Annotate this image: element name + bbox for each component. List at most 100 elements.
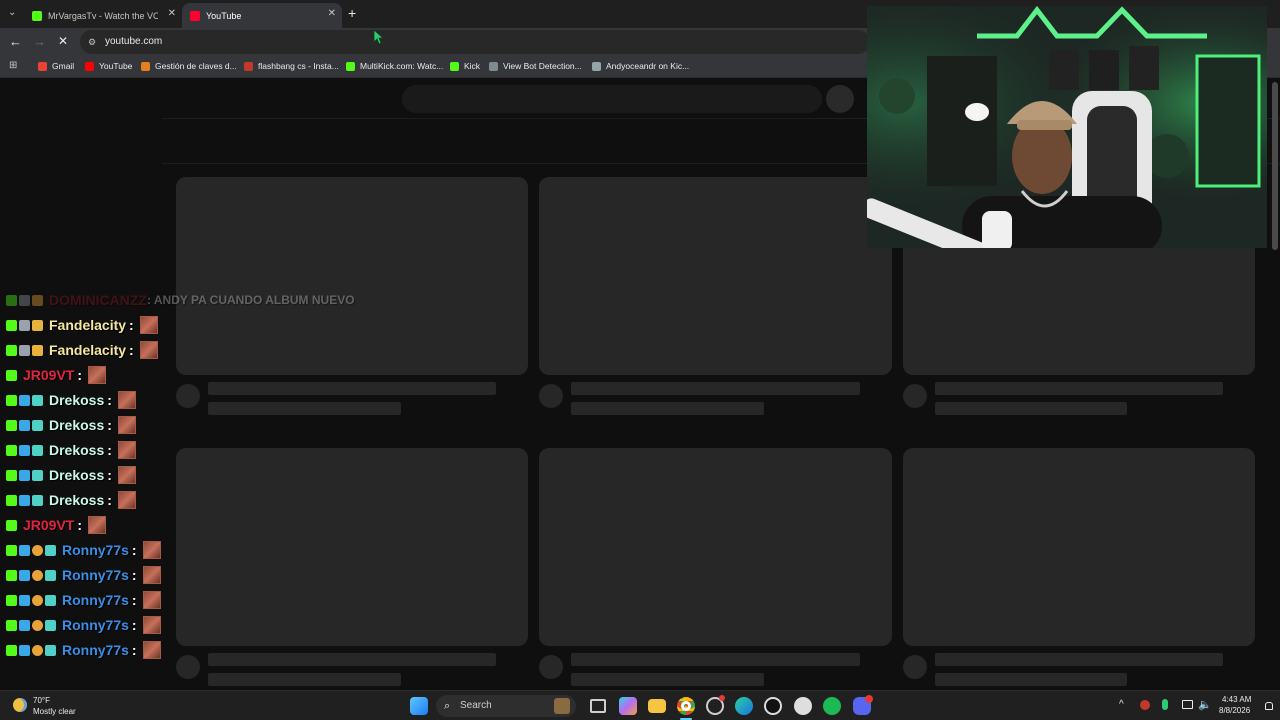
chat-message: Drekoss : xyxy=(6,415,136,435)
chat-message: Drekoss : xyxy=(6,490,136,510)
bookmark-gestion-claves[interactable]: Gestión de claves d... xyxy=(141,61,237,71)
chrome-icon[interactable] xyxy=(677,697,695,715)
channel-avatar-skeleton xyxy=(903,384,927,408)
meta-skeleton xyxy=(935,673,1127,686)
kick-favicon-icon xyxy=(32,10,42,21)
volume-icon[interactable]: 🔈 xyxy=(1198,698,1212,711)
channel-avatar-skeleton xyxy=(903,655,927,679)
network-icon[interactable] xyxy=(1182,700,1193,709)
bookmark-multikick[interactable]: MultiKick.com: Watc... xyxy=(346,61,443,71)
video-thumbnail-skeleton xyxy=(176,448,528,646)
gem-badge-icon xyxy=(19,569,30,581)
chrome-tray-icon[interactable] xyxy=(1140,700,1150,710)
windows-start-icon[interactable] xyxy=(410,697,428,715)
back-arrow-icon[interactable]: ← xyxy=(9,34,22,49)
kick-badge-icon xyxy=(6,419,17,431)
chat-message: Ronny77s : xyxy=(6,640,161,660)
crown-badge-icon xyxy=(32,319,43,331)
apps-grid-icon[interactable]: ⊞ xyxy=(9,60,17,71)
sub-badge-icon xyxy=(32,294,43,306)
chat-text: : xyxy=(107,492,112,508)
kick-badge-icon xyxy=(6,369,17,381)
page-scrollbar[interactable] xyxy=(1272,82,1278,250)
gem-badge-icon xyxy=(19,644,30,656)
bot-icon xyxy=(489,61,498,71)
tab-kick-vod[interactable]: MrVargasTv - Watch the VOD o ✕ xyxy=(24,3,182,28)
forward-arrow-icon[interactable]: → xyxy=(33,34,46,49)
tab-search-chevron-icon[interactable]: ⌄ xyxy=(8,7,16,18)
stop-loading-icon[interactable]: ✕ xyxy=(58,34,68,48)
tab-title: YouTube xyxy=(206,10,242,21)
url-text: youtube.com xyxy=(105,36,163,47)
bookmark-andyoceandr[interactable]: Andyoceandr on Kic... xyxy=(592,61,689,71)
chat-text: : xyxy=(77,517,83,533)
chat-username: Fandelacity xyxy=(49,342,127,358)
weather-desc: Mostly clear xyxy=(33,707,76,716)
bookmark-gmail[interactable]: Gmail xyxy=(38,61,74,71)
chat-text: : xyxy=(131,617,137,633)
taskbar-search[interactable]: ⌕ Search xyxy=(436,695,576,717)
chat-username: Ronny77s xyxy=(62,567,129,583)
vip-badge-icon xyxy=(19,469,30,481)
kick-badge-icon xyxy=(6,344,17,356)
show-hidden-icons-chevron-icon[interactable]: ^ xyxy=(1119,699,1124,710)
chat-text: : xyxy=(131,567,137,583)
clock-date[interactable]: 8/8/2026 xyxy=(1219,706,1250,715)
chat-message: Ronny77s : xyxy=(6,565,161,585)
new-tab-button[interactable]: + xyxy=(348,5,356,21)
meta-skeleton xyxy=(935,402,1127,415)
copilot-icon[interactable] xyxy=(619,697,637,715)
title-skeleton xyxy=(571,382,860,395)
tab-youtube[interactable]: YouTube ✕ xyxy=(182,3,342,28)
chat-message: Drekoss : xyxy=(6,390,136,410)
chat-message: JR09VT : xyxy=(6,365,107,385)
notification-dot xyxy=(719,695,725,701)
kick-badge-icon xyxy=(6,644,17,656)
task-view-icon[interactable] xyxy=(590,699,606,713)
steam-icon[interactable] xyxy=(794,697,812,715)
windows-taskbar: 70°F Mostly clear ⌕ Search ^ 🔈 4:43 AM 8… xyxy=(0,690,1280,720)
video-thumbnail-skeleton xyxy=(539,177,892,375)
edge-icon[interactable] xyxy=(735,697,753,715)
bookmark-kick[interactable]: Kick xyxy=(450,61,480,71)
notification-bell-icon[interactable] xyxy=(1265,702,1273,710)
site-info-icon[interactable]: ⚙ xyxy=(88,30,96,54)
chat-username: Fandelacity xyxy=(49,317,127,333)
kick-badge-icon xyxy=(6,294,17,306)
chat-username: Ronny77s xyxy=(62,617,129,633)
kick-badge-icon xyxy=(6,544,17,556)
chat-message: Ronny77s : xyxy=(6,540,161,560)
voice-search-skeleton xyxy=(826,85,854,113)
chat-message: DOMINICANZZ : ANDY PA CUANDO ALBUM NUEVO xyxy=(6,290,355,310)
microphone-icon[interactable] xyxy=(1162,699,1168,710)
emote-icon xyxy=(142,541,161,559)
kick-badge-icon xyxy=(6,594,17,606)
kick-badge-icon xyxy=(6,494,17,506)
channel-avatar-skeleton xyxy=(539,655,563,679)
chat-username: Ronny77s xyxy=(62,642,129,658)
url-field[interactable]: ⚙ youtube.com xyxy=(80,30,870,54)
chat-username: JR09VT xyxy=(23,517,75,533)
emote-icon xyxy=(142,641,161,659)
bookmark-view-bot[interactable]: View Bot Detection... xyxy=(489,61,582,71)
obs-icon[interactable] xyxy=(764,697,782,715)
moderator-badge-icon xyxy=(19,319,30,331)
close-tab-icon[interactable]: ✕ xyxy=(168,8,176,19)
weather-widget[interactable]: 70°F Mostly clear xyxy=(10,695,100,717)
chat-message: Ronny77s : xyxy=(6,615,161,635)
chat-username: Ronny77s xyxy=(62,592,129,608)
vip-badge-icon xyxy=(19,419,30,431)
multikick-icon xyxy=(346,61,355,71)
search-bar-skeleton xyxy=(402,85,822,113)
close-tab-icon[interactable]: ✕ xyxy=(328,8,336,19)
chat-message: Drekoss : xyxy=(6,465,136,485)
bookmark-flashbang[interactable]: flashbang cs - Insta... xyxy=(244,61,339,71)
clock-time[interactable]: 4:43 AM xyxy=(1222,695,1251,704)
number-one-badge-icon xyxy=(32,619,43,631)
spotify-icon[interactable] xyxy=(823,697,841,715)
meta-skeleton xyxy=(571,673,764,686)
moderator-badge-icon xyxy=(19,294,30,306)
webcam-overlay xyxy=(867,6,1267,248)
file-explorer-icon[interactable] xyxy=(648,699,666,713)
bookmark-youtube[interactable]: YouTube xyxy=(85,61,132,71)
